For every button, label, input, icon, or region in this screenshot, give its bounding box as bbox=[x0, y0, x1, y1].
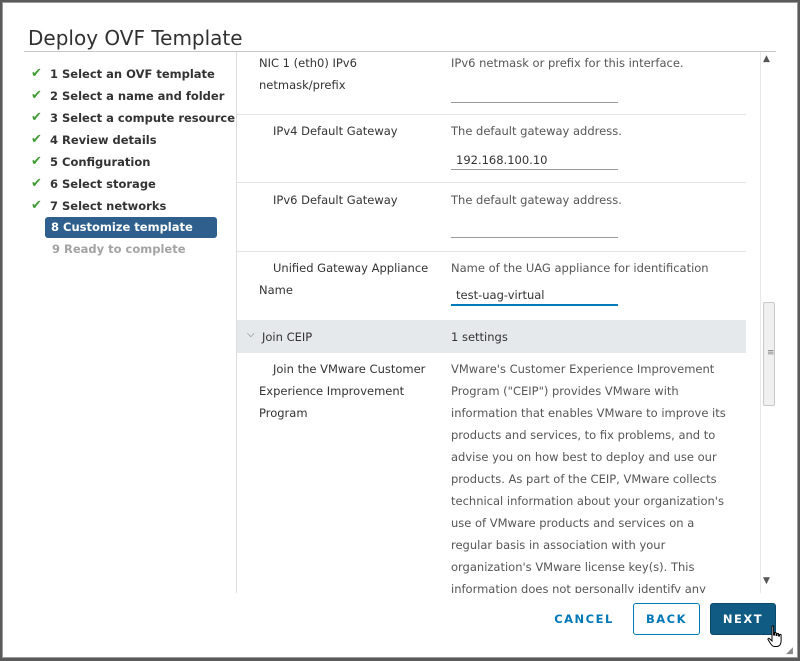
property-label: Unified Gateway Appliance bbox=[273, 261, 429, 275]
property-description: Name of the UAG appliance for identifica… bbox=[451, 261, 709, 275]
step-label: 4 Review details bbox=[50, 133, 157, 147]
back-button[interactable]: BACK bbox=[633, 603, 700, 635]
property-description: The default gateway address. bbox=[451, 124, 622, 138]
ceip-description-line: organization's VMware license key(s). Th… bbox=[451, 560, 695, 574]
step-6[interactable]: ✔ 6 Select storage bbox=[30, 173, 220, 195]
ipv6-gateway-field[interactable] bbox=[451, 218, 618, 238]
grip-icon: ≡ bbox=[767, 348, 775, 358]
property-row: IPv6 Default Gateway The default gateway… bbox=[237, 183, 746, 252]
ceip-label-line: Program bbox=[259, 406, 308, 420]
uag-name-field[interactable] bbox=[451, 286, 618, 306]
property-row: IPv4 Default Gateway The default gateway… bbox=[237, 114, 746, 183]
step-label: 6 Select storage bbox=[50, 177, 156, 191]
ceip-description-line: technical information about your organiz… bbox=[451, 494, 724, 508]
step-7[interactable]: ✔ 7 Select networks bbox=[30, 195, 220, 217]
check-icon: ✔ bbox=[31, 88, 42, 103]
ceip-description-line: use of VMware products and services on a bbox=[451, 516, 695, 530]
step-4[interactable]: ✔ 4 Review details bbox=[30, 129, 220, 151]
ceip-description-line: information that enables VMware to impro… bbox=[451, 406, 726, 420]
scroll-up-icon[interactable]: ▲ bbox=[763, 54, 770, 64]
step-1[interactable]: ✔ 1 Select an OVF template bbox=[30, 63, 220, 85]
property-label: IPv4 Default Gateway bbox=[273, 124, 398, 138]
check-icon: ✔ bbox=[31, 110, 42, 125]
property-label: netmask/prefix bbox=[259, 78, 346, 92]
chevron-down-icon[interactable]: ⌵ bbox=[247, 329, 255, 340]
scroll-down-icon[interactable]: ▼ bbox=[763, 576, 770, 586]
step-label: 8 Customize template bbox=[51, 220, 193, 234]
check-icon: ✔ bbox=[31, 176, 42, 191]
resize-handle-icon[interactable]: ◢ bbox=[786, 646, 793, 656]
step-8-active[interactable]: 8 Customize template bbox=[45, 217, 217, 238]
wizard-steps: ✔ 1 Select an OVF template ✔ 2 Select a na… bbox=[30, 63, 235, 260]
cancel-button[interactable]: CANCEL bbox=[548, 603, 620, 635]
group-name: Join CEIP bbox=[262, 330, 313, 344]
property-description: IPv6 netmask or prefix for this interfac… bbox=[451, 56, 684, 70]
ceip-description-line: regular basis in association with your bbox=[451, 538, 666, 552]
ipv6-netmask-field[interactable] bbox=[451, 83, 618, 103]
ceip-description-line: VMware's Customer Experience Improvement bbox=[451, 362, 715, 376]
ceip-description-line: products. As part of the CEIP, VMware co… bbox=[451, 472, 717, 486]
step-label: 1 Select an OVF template bbox=[50, 67, 215, 81]
property-description: The default gateway address. bbox=[451, 193, 622, 207]
check-icon: ✔ bbox=[31, 198, 42, 213]
template-properties-pane[interactable]: NIC 1 (eth0) IPv6 netmask/prefix IPv6 ne… bbox=[237, 52, 746, 593]
property-label: Name bbox=[259, 283, 293, 297]
group-count: 1 settings bbox=[451, 330, 508, 344]
ceip-label-line: Experience Improvement bbox=[259, 384, 405, 398]
ceip-description-line: Program ("CEIP") provides VMware with bbox=[451, 384, 679, 398]
dialog-title: Deploy OVF Template bbox=[28, 26, 243, 50]
ceip-description: VMware's Customer Experience Improvement… bbox=[451, 358, 731, 593]
scrollbar-thumb[interactable]: ≡ bbox=[763, 302, 775, 406]
step-3[interactable]: ✔ 3 Select a compute resource bbox=[30, 107, 235, 129]
check-icon: ✔ bbox=[31, 132, 42, 147]
join-ceip-group-header[interactable]: ⌵ Join CEIP 1 settings bbox=[237, 320, 746, 353]
step-label: 7 Select networks bbox=[50, 199, 167, 213]
check-icon: ✔ bbox=[31, 154, 42, 169]
step-label: 5 Configuration bbox=[50, 155, 151, 169]
ipv4-gateway-field[interactable] bbox=[451, 150, 618, 170]
ceip-description-line: products and services, to fix problems, … bbox=[451, 428, 716, 442]
vertical-scrollbar[interactable]: ▲ ≡ ▼ bbox=[760, 52, 778, 593]
step-5[interactable]: ✔ 5 Configuration bbox=[30, 151, 220, 173]
step-9: 9 Ready to complete bbox=[30, 238, 220, 260]
step-label: 2 Select a name and folder bbox=[50, 89, 225, 103]
property-row: NIC 1 (eth0) IPv6 netmask/prefix IPv6 ne… bbox=[237, 52, 746, 115]
check-icon: ✔ bbox=[31, 66, 42, 81]
property-label: IPv6 Default Gateway bbox=[273, 193, 398, 207]
step-label: 9 Ready to complete bbox=[52, 242, 186, 256]
ceip-description-line: information does not personally identify… bbox=[451, 582, 706, 593]
step-label: 3 Select a compute resource bbox=[50, 111, 236, 125]
ceip-label-line: Join the VMware Customer bbox=[273, 362, 426, 376]
hand-cursor-icon bbox=[767, 625, 782, 647]
ceip-description-line: advise you on how best to deploy and use… bbox=[451, 450, 717, 464]
step-2[interactable]: ✔ 2 Select a name and folder bbox=[30, 85, 224, 107]
property-label: NIC 1 (eth0) IPv6 bbox=[259, 56, 357, 70]
property-row: Unified Gateway Appliance Name Name of t… bbox=[237, 252, 746, 319]
